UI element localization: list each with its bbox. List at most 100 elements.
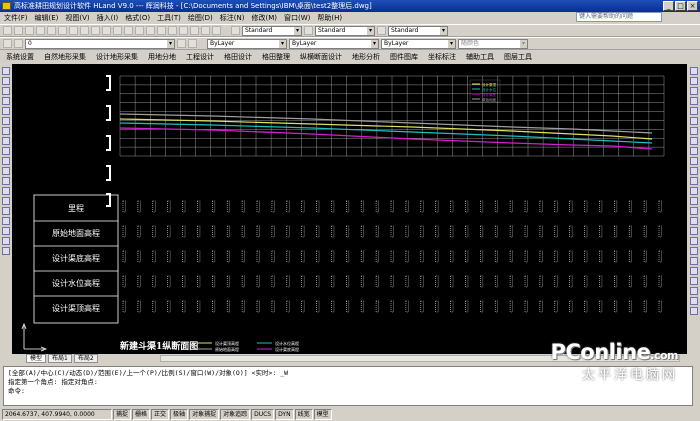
ribbon-engineering-design[interactable]: 工程设计 <box>186 52 214 62</box>
zoom-window-icon[interactable] <box>157 26 166 35</box>
drawing-canvas[interactable]: 设计渠顶 设计水位 设计渠底 原始地面 里程 原始地面高程 设计渠底高程 设计水… <box>12 64 687 354</box>
center-mark-icon[interactable] <box>689 307 698 315</box>
ribbon-coordinate-label[interactable]: 坐标标注 <box>428 52 456 62</box>
toggle-snap[interactable]: 捕捉 <box>113 409 132 420</box>
toggle-ortho[interactable]: 正交 <box>151 409 170 420</box>
layer-manager-icon[interactable] <box>3 39 12 48</box>
toggle-otrack[interactable]: 对象追踪 <box>220 409 251 420</box>
explode-icon[interactable] <box>689 227 698 235</box>
properties-icon[interactable] <box>179 26 188 35</box>
ellipse-arc-icon[interactable] <box>2 167 10 175</box>
point-icon[interactable] <box>2 197 10 205</box>
mirror-icon[interactable] <box>689 87 698 95</box>
menu-view[interactable]: 视图(V) <box>65 13 89 23</box>
trim-icon[interactable] <box>689 157 698 165</box>
ribbon-drawing-library[interactable]: 图件图库 <box>390 52 418 62</box>
horizontal-scrollbar[interactable] <box>160 355 680 362</box>
menu-file[interactable]: 文件(F) <box>4 13 28 23</box>
preview-icon[interactable] <box>47 26 56 35</box>
mtext-icon[interactable] <box>2 247 10 255</box>
menu-window[interactable]: 窗口(W) <box>284 13 310 23</box>
table-icon[interactable] <box>2 237 10 245</box>
chamfer-icon[interactable] <box>689 207 698 215</box>
region-icon[interactable] <box>2 227 10 235</box>
insert-block-icon[interactable] <box>2 177 10 185</box>
copy-icon[interactable] <box>80 26 89 35</box>
ellipse-icon[interactable] <box>2 157 10 165</box>
ribbon-field-arrange[interactable]: 格田整理 <box>262 52 290 62</box>
rotate-icon[interactable] <box>689 127 698 135</box>
plotstyle-select[interactable]: 随颜色 <box>458 38 528 49</box>
toggle-grid[interactable]: 栅格 <box>132 409 151 420</box>
toggle-ducs[interactable]: DUCS <box>251 409 275 420</box>
dim-style-select[interactable]: Standard <box>315 25 375 36</box>
zoom-realtime-icon[interactable] <box>146 26 155 35</box>
ribbon-layer-tools[interactable]: 图层工具 <box>504 52 532 62</box>
menu-modify[interactable]: 修改(M) <box>251 13 277 23</box>
command-window[interactable]: [全部(A)/中心(C)/动态(D)/范围(E)/上一个(P)/比例(S)/窗口… <box>3 366 693 406</box>
ribbon-aux-tools[interactable]: 辅助工具 <box>466 52 494 62</box>
hatch-icon[interactable] <box>2 207 10 215</box>
linetype-select[interactable]: ByLayer <box>289 38 379 49</box>
polyline-icon[interactable] <box>2 87 10 95</box>
help-search-input[interactable]: 键入需要帮助的问题 <box>576 12 662 22</box>
toggle-lineweight[interactable]: 线宽 <box>294 409 313 420</box>
dim-angular-icon[interactable] <box>689 267 698 275</box>
table-style-select[interactable]: Standard <box>388 25 448 36</box>
quick-dim-icon[interactable] <box>689 277 698 285</box>
menu-dimension[interactable]: 标注(N) <box>220 13 245 23</box>
lineweight-select[interactable]: ByLayer <box>381 38 456 49</box>
copy-object-icon[interactable] <box>689 77 698 85</box>
tool-palette-icon[interactable] <box>201 26 210 35</box>
extend-icon[interactable] <box>689 167 698 175</box>
help-icon[interactable] <box>212 26 221 35</box>
redo-icon[interactable] <box>124 26 133 35</box>
gradient-icon[interactable] <box>2 217 10 225</box>
toggle-model[interactable]: 模型 <box>313 409 332 420</box>
layer-previous-icon[interactable] <box>188 39 197 48</box>
dim-radius-icon[interactable] <box>689 257 698 265</box>
array-icon[interactable] <box>689 107 698 115</box>
dim-aligned-icon[interactable] <box>689 247 698 255</box>
tab-layout1[interactable]: 布局1 <box>48 354 72 363</box>
fillet-icon[interactable] <box>689 217 698 225</box>
maximize-button[interactable]: □ <box>675 1 686 11</box>
new-icon[interactable] <box>3 26 12 35</box>
ribbon-system-settings[interactable]: 系统设置 <box>6 52 34 62</box>
spline-icon[interactable] <box>2 147 10 155</box>
rectangle-icon[interactable] <box>2 107 10 115</box>
save-icon[interactable] <box>25 26 34 35</box>
menu-edit[interactable]: 编辑(E) <box>35 13 59 23</box>
menu-tools[interactable]: 工具(T) <box>157 13 181 23</box>
arc-icon[interactable] <box>2 117 10 125</box>
tab-layout2[interactable]: 布局2 <box>73 354 98 363</box>
minimize-button[interactable]: _ <box>663 1 674 11</box>
make-block-icon[interactable] <box>2 187 10 195</box>
match-properties-icon[interactable] <box>102 26 111 35</box>
revcloud-icon[interactable] <box>2 137 10 145</box>
menu-help[interactable]: 帮助(H) <box>317 13 342 23</box>
paste-icon[interactable] <box>91 26 100 35</box>
text-style-select[interactable]: Standard <box>242 25 302 36</box>
close-button[interactable]: × <box>687 1 698 11</box>
ribbon-natural-terrain[interactable]: 自然地形采集 <box>44 52 86 62</box>
tolerance-icon[interactable] <box>689 297 698 305</box>
line-icon[interactable] <box>2 67 10 75</box>
make-current-icon[interactable] <box>177 39 186 48</box>
layer-select[interactable]: 0 <box>25 38 175 49</box>
ribbon-section-design[interactable]: 纵横断面设计 <box>300 52 342 62</box>
undo-icon[interactable] <box>113 26 122 35</box>
command-prompt[interactable]: 命令: <box>8 387 688 396</box>
cut-icon[interactable] <box>69 26 78 35</box>
menu-format[interactable]: 格式(O) <box>125 13 150 23</box>
pan-icon[interactable] <box>135 26 144 35</box>
polygon-icon[interactable] <box>2 97 10 105</box>
break-icon[interactable] <box>689 187 698 195</box>
tab-model[interactable]: 模型 <box>26 354 47 363</box>
design-center-icon[interactable] <box>190 26 199 35</box>
ribbon-field-design[interactable]: 格田设计 <box>224 52 252 62</box>
menu-draw[interactable]: 绘图(D) <box>188 13 213 23</box>
move-icon[interactable] <box>689 117 698 125</box>
break-point-icon[interactable] <box>689 177 698 185</box>
ribbon-design-terrain[interactable]: 设计地形采集 <box>96 52 138 62</box>
